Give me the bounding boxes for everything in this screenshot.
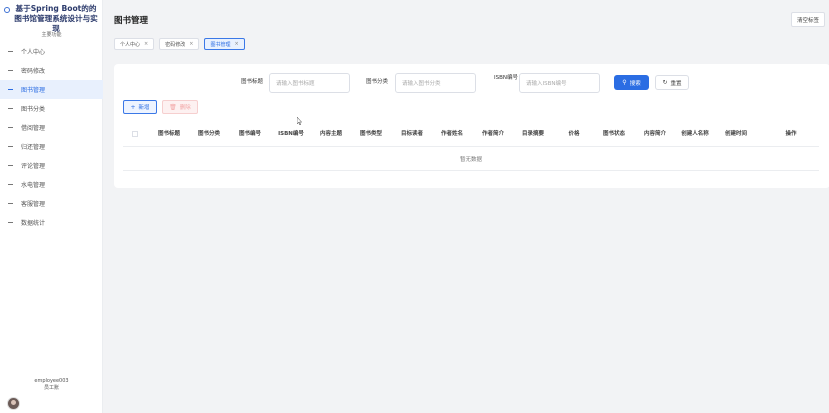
isbn-input[interactable]: 请输入ISBN编号	[519, 73, 600, 93]
tab-bar: 个人中心 × 密码修改 × 图书管理 ×	[114, 38, 250, 50]
search-button-label: 搜索	[629, 80, 641, 87]
add-button[interactable]: + 新增	[123, 100, 157, 114]
sidebar-item-comments[interactable]: 评论管理	[0, 156, 103, 175]
sidebar-item-label: 评论管理	[21, 163, 46, 170]
sidebar-item-categories[interactable]: 图书分类	[0, 99, 103, 118]
search-icon: ⚲	[622, 79, 627, 86]
tab-password[interactable]: 密码修改 ×	[159, 38, 200, 50]
column-header: ISBN编号	[278, 130, 304, 137]
reset-button-label: 重置	[670, 80, 682, 87]
app-title: 基于Spring Boot的的图书馆管理系统设计与实现	[14, 4, 98, 33]
sidebar-item-label: 图书管理	[21, 87, 46, 94]
sidebar-item-return[interactable]: 归还管理	[0, 137, 103, 156]
column-header: 目录摘要	[521, 130, 544, 137]
sidebar-item-label: 归还管理	[21, 144, 46, 151]
delete-button-label: 删除	[179, 105, 191, 111]
column-header: 作者简介	[481, 130, 504, 137]
isbn-label: ISBN编号	[493, 75, 518, 81]
sidebar: 基于Spring Boot的的图书馆管理系统设计与实现 主要功能 个人中心 密码…	[0, 0, 103, 413]
books-table: 图书标题 图书分类 图书编号 ISBN编号 内容主题 图书类型 目标读者 作者姓…	[123, 121, 819, 171]
sidebar-item-borrow[interactable]: 借阅管理	[0, 118, 103, 137]
dash-icon	[8, 203, 13, 204]
category-label: 图书分类	[366, 79, 389, 85]
user-name: employee003	[34, 378, 69, 384]
column-header: 创建时间	[724, 130, 747, 137]
column-header: 内容主题	[319, 130, 342, 137]
dash-icon	[8, 108, 13, 109]
column-header: 创建人名称	[681, 130, 709, 137]
dash-icon	[8, 89, 13, 90]
sidebar-item-label: 数据统计	[21, 220, 46, 227]
title-input[interactable]: 请输入图书标题	[269, 73, 350, 93]
user-info: employee003 员工账	[0, 378, 103, 392]
delete-button[interactable]: 🗑 删除	[162, 100, 198, 114]
sidebar-item-profile[interactable]: 个人中心	[0, 42, 103, 61]
sidebar-item-utilities[interactable]: 水电管理	[0, 175, 103, 194]
dash-icon	[8, 222, 13, 223]
reset-button[interactable]: ↻ 重置	[655, 75, 689, 90]
select-all-checkbox[interactable]	[132, 131, 138, 137]
sidebar-item-statistics[interactable]: 数据统计	[0, 213, 103, 232]
tab-label: 图书管理	[210, 41, 231, 48]
table-header: 图书标题 图书分类 图书编号 ISBN编号 内容主题 图书类型 目标读者 作者姓…	[123, 121, 819, 147]
plus-icon: +	[130, 103, 136, 111]
logo-icon	[4, 7, 10, 13]
column-header: 图书标题	[157, 130, 180, 137]
close-icon[interactable]: ×	[144, 41, 148, 47]
column-header: 图书编号	[238, 130, 261, 137]
dash-icon	[8, 70, 13, 71]
column-header: 内容简介	[643, 130, 666, 137]
dash-icon	[8, 184, 13, 185]
column-header: 价格	[568, 130, 580, 137]
column-header: 图书分类	[197, 130, 220, 137]
sidebar-item-books[interactable]: 图书管理	[0, 80, 103, 99]
menu-caption: 主要功能	[41, 32, 62, 38]
column-header: 图书类型	[359, 130, 382, 137]
close-icon[interactable]: ×	[234, 41, 238, 47]
sidebar-item-support[interactable]: 客服管理	[0, 194, 103, 213]
column-header: 操作	[785, 130, 797, 137]
page-title: 图书管理	[114, 16, 149, 26]
sidebar-item-label: 图书分类	[21, 106, 46, 113]
column-header: 作者姓名	[440, 130, 463, 137]
sidebar-item-label: 客服管理	[21, 201, 46, 208]
dash-icon	[8, 146, 13, 147]
refresh-icon: ↻	[662, 79, 668, 86]
sidebar-item-password[interactable]: 密码修改	[0, 61, 103, 80]
title-label: 图书标题	[241, 79, 264, 85]
tab-profile[interactable]: 个人中心 ×	[114, 38, 155, 50]
trash-icon: 🗑	[169, 103, 177, 111]
tab-books[interactable]: 图书管理 ×	[204, 38, 245, 50]
avatar[interactable]	[7, 397, 20, 410]
category-input[interactable]: 请输入图书分类	[395, 73, 476, 93]
tab-label: 个人中心	[120, 41, 141, 48]
brand: 基于Spring Boot的的图书馆管理系统设计与实现	[4, 4, 102, 34]
user-role: 员工账	[43, 385, 59, 391]
dash-icon	[8, 165, 13, 166]
dash-icon	[8, 127, 13, 128]
sidebar-item-label: 水电管理	[21, 182, 46, 189]
sidebar-item-label: 个人中心	[21, 49, 46, 56]
sidebar-menu: 个人中心 密码修改 图书管理 图书分类 借阅管理 归还管理 评论管理 水电管理 …	[0, 42, 103, 232]
sidebar-item-label: 借阅管理	[21, 125, 46, 132]
search-button[interactable]: ⚲ 搜索	[614, 75, 649, 90]
dash-icon	[8, 51, 13, 52]
empty-state: 暂无数据	[123, 147, 819, 171]
search-form: 图书标题 请输入图书标题 图书分类 请输入图书分类 ISBN编号 请输入ISBN…	[114, 73, 829, 97]
close-icon[interactable]: ×	[189, 41, 193, 47]
sidebar-item-label: 密码修改	[21, 68, 46, 75]
column-header: 目标读者	[400, 130, 423, 137]
mouse-cursor-icon	[297, 117, 302, 125]
content-card: 图书标题 请输入图书标题 图书分类 请输入图书分类 ISBN编号 请输入ISBN…	[114, 64, 829, 188]
add-button-label: 新增	[138, 105, 150, 111]
clear-tags-button[interactable]: 清空标签	[791, 12, 825, 27]
column-header: 图书状态	[602, 130, 625, 137]
tab-label: 密码修改	[165, 41, 186, 48]
